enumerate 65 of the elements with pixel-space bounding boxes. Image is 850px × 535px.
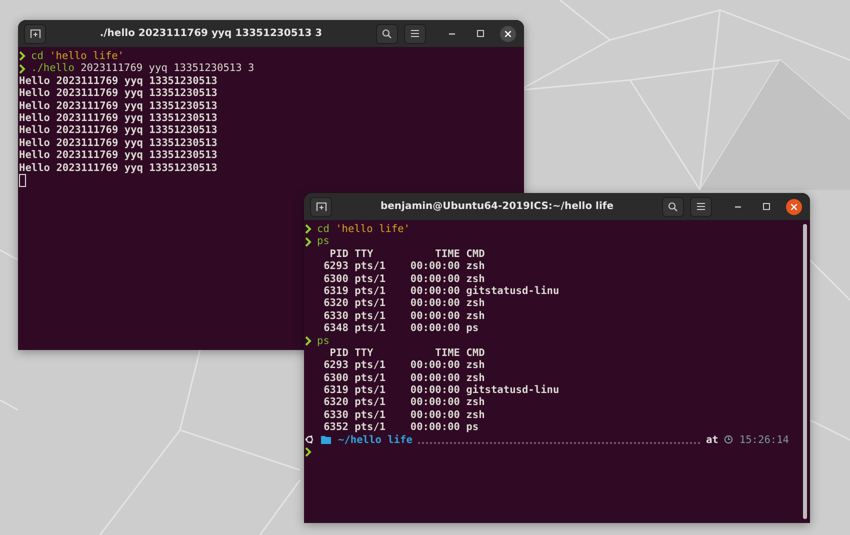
clock-icon <box>724 435 734 444</box>
command-argument: 'hello life' <box>48 50 124 62</box>
output-line: 6330 pts/1 00:00:00 zsh <box>322 310 485 322</box>
close-button[interactable] <box>500 26 516 42</box>
output-line: 6319 pts/1 00:00:00 gitstatusd-linu <box>322 284 560 298</box>
close-button[interactable] <box>786 198 802 214</box>
output-line: Hello 2023111769 yyq 13351230513 <box>19 162 218 174</box>
minimize-icon <box>449 32 455 34</box>
menu-icon <box>411 30 419 37</box>
prompt-chevron-icon <box>19 64 26 74</box>
output-line: 6293 pts/1 00:00:00 zsh <box>322 359 485 372</box>
close-icon <box>505 30 511 36</box>
output-line: 6319 pts/1 00:00:00 gitstatusd-linu <box>322 384 560 396</box>
output-line: Hello 2023111769 yyq 13351230513 <box>19 136 218 150</box>
command-text: cd <box>317 223 330 236</box>
output-line: 6293 pts/1 00:00:00 zsh <box>322 260 485 273</box>
prompt-chevron-icon <box>305 236 312 247</box>
directory-path: ~/hello life <box>338 434 412 446</box>
output-line: Hello 2023111769 yyq 13351230513 <box>19 124 218 137</box>
folder-icon <box>321 436 332 444</box>
window-title: benjamin@Ubuntu64-2019ICS:~/hello life <box>379 201 615 212</box>
command-text: ps <box>317 334 330 347</box>
output-line: 6352 pts/1 00:00:00 ps <box>322 421 479 434</box>
command-text: cd <box>31 50 44 62</box>
menu-button[interactable] <box>690 196 712 216</box>
menu-button[interactable] <box>404 24 426 44</box>
prompt-chevron-icon <box>305 224 312 234</box>
new-tab-icon <box>30 28 40 38</box>
output-line: 6320 pts/1 00:00:00 zsh <box>322 396 485 409</box>
new-tab-button[interactable] <box>24 24 46 44</box>
at-text: at <box>706 434 718 446</box>
close-icon <box>791 204 797 210</box>
maximize-icon <box>762 203 770 210</box>
output-line: 6320 pts/1 00:00:00 zsh <box>322 297 485 310</box>
search-icon <box>382 28 392 38</box>
scrollbar[interactable] <box>803 224 807 519</box>
os-logo-icon <box>305 435 314 444</box>
output-line: 6300 pts/1 00:00:00 zsh <box>322 272 485 285</box>
minimize-icon <box>735 206 741 208</box>
output-line: 6348 pts/1 00:00:00 ps <box>322 322 479 335</box>
output-line: PID TTY TIME CMD <box>328 248 485 260</box>
prompt-chevron-icon <box>19 51 26 62</box>
search-button[interactable] <box>662 196 684 216</box>
output-line: Hello 2023111769 yyq 13351230513 <box>19 112 218 124</box>
output-line: Hello 2023111769 yyq 13351230513 <box>19 74 218 88</box>
time-text: 15:26:14 <box>739 434 789 446</box>
menu-icon <box>697 203 705 210</box>
output-line: PID TTY TIME CMD <box>328 346 485 360</box>
command-text: ./hello <box>31 62 74 75</box>
search-icon <box>668 202 678 212</box>
window-title: ./hello 2023111769 yyq 13351230513 3 <box>98 28 324 39</box>
output-line: Hello 2023111769 yyq 13351230513 <box>19 87 218 100</box>
output-line: 6300 pts/1 00:00:00 zsh <box>322 372 485 384</box>
prompt-chevron-icon <box>305 447 312 458</box>
maximize-icon <box>476 30 484 37</box>
output-line: 6330 pts/1 00:00:00 zsh <box>322 408 485 422</box>
output-line: Hello 2023111769 yyq 13351230513 <box>19 100 218 112</box>
output-line: Hello 2023111769 yyq 13351230513 <box>19 149 218 162</box>
command-text: 2023111769 yyq 13351230513 3 <box>80 62 254 75</box>
new-tab-button[interactable] <box>310 196 332 216</box>
command-text: ps <box>317 235 330 248</box>
prompt-chevron-icon <box>305 336 312 346</box>
new-tab-icon <box>316 202 326 212</box>
search-button[interactable] <box>376 24 398 44</box>
command-argument: 'hello life' <box>334 223 410 236</box>
